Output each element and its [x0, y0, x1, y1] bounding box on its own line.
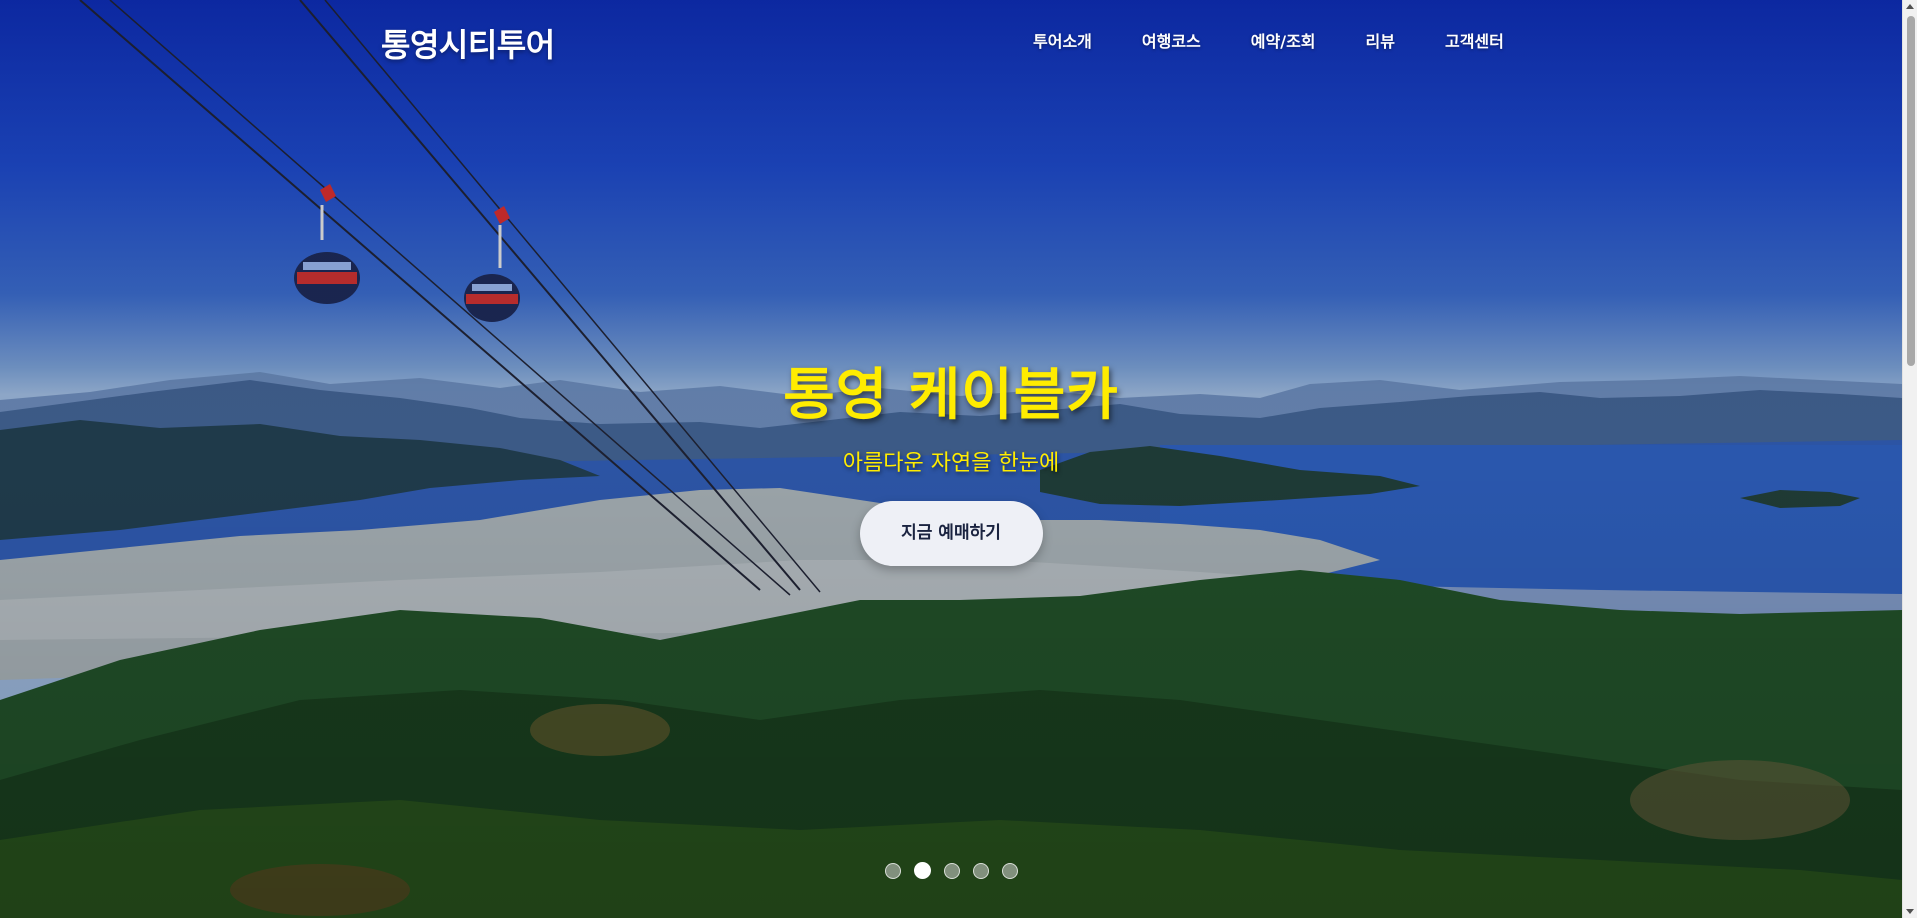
scrollbar-thumb[interactable] — [1907, 16, 1915, 366]
nav-item-travel-course[interactable]: 여행코스 — [1142, 28, 1201, 52]
site-header: 통영시티투어 투어소개 여행코스 예약/조회 리뷰 고객센터 — [0, 0, 1902, 82]
hero-subtitle: 아름다운 자연을 한눈에 — [842, 451, 1060, 476]
site-logo[interactable]: 통영시티투어 — [381, 20, 555, 66]
book-now-button[interactable]: 지금 예매하기 — [859, 501, 1043, 566]
nav-item-customer-center[interactable]: 고객센터 — [1445, 28, 1504, 52]
slider-dot-5[interactable] — [1002, 862, 1018, 879]
nav-item-tour-intro[interactable]: 투어소개 — [1033, 28, 1092, 52]
slider-dot-2-active[interactable] — [914, 862, 931, 879]
main-nav: 투어소개 여행코스 예약/조회 리뷰 고객센터 — [1033, 28, 1504, 52]
nav-item-reviews[interactable]: 리뷰 — [1366, 28, 1395, 52]
slider-dots — [885, 862, 1018, 879]
nav-item-reservation[interactable]: 예약/조회 — [1251, 28, 1316, 52]
hero-title: 통영 케이블카 — [783, 363, 1119, 428]
scroll-down-arrow-icon[interactable] — [1906, 909, 1914, 914]
scroll-up-arrow-icon[interactable] — [1906, 4, 1914, 9]
slider-dot-4[interactable] — [973, 862, 989, 879]
slider-dot-3[interactable] — [944, 862, 960, 879]
hero-slider: 통영시티투어 투어소개 여행코스 예약/조회 리뷰 고객센터 통영 케이블카 아… — [0, 0, 1902, 918]
hero-content: 통영 케이블카 아름다운 자연을 한눈에 지금 예매하기 — [0, 350, 1902, 566]
page-viewport: 통영시티투어 투어소개 여행코스 예약/조회 리뷰 고객센터 통영 케이블카 아… — [0, 0, 1917, 918]
page-scrollbar[interactable] — [1902, 0, 1917, 918]
slider-dot-1[interactable] — [885, 862, 901, 879]
